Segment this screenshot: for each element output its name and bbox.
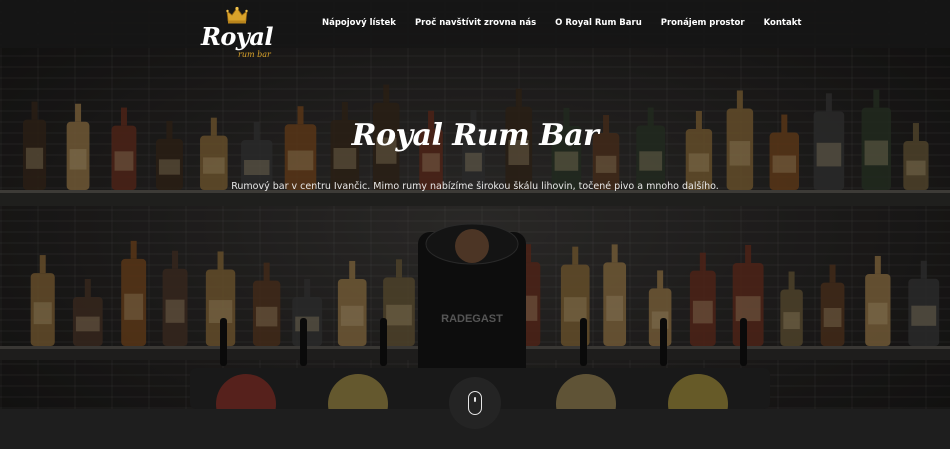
hero-title: Royal Rum Bar [351,118,599,153]
hero-section: RADEGAST [0,0,950,409]
hero-subtitle: Rumový bar v centru Ivančic. Mimo rumy n… [231,181,719,192]
hero-overlay [0,0,950,409]
page: RADEGAST Royal rum bar Nápojový lístek P… [0,0,950,449]
nav-item-drinks-menu[interactable]: Nápojový lístek [322,18,396,28]
logo-wordmark: Royal [200,22,274,51]
mouse-icon [468,391,482,415]
brand-logo[interactable]: Royal rum bar [198,6,276,62]
scroll-down-button[interactable] [449,377,501,429]
nav-item-why-visit[interactable]: Proč navštívit zrovna nás [415,18,536,28]
nav-item-contact[interactable]: Kontakt [764,18,802,28]
mouse-wheel [473,397,476,402]
nav-item-about[interactable]: O Royal Rum Baru [555,18,642,28]
nav-item-venue-rental[interactable]: Pronájem prostor [661,18,745,28]
logo-tagline: rum bar [238,50,271,59]
main-navigation: Nápojový lístek Proč navštívit zrovna ná… [322,0,801,46]
